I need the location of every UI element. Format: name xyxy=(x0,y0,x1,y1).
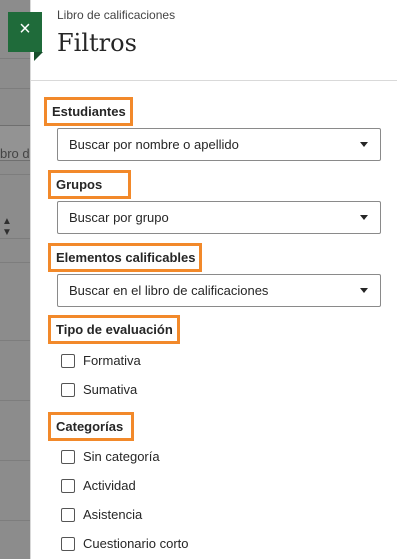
chevron-down-icon xyxy=(360,215,368,220)
background-divider xyxy=(0,400,30,401)
checkbox-formativa[interactable]: Formativa xyxy=(61,353,141,368)
background-partial-text: bro de xyxy=(0,146,30,161)
groups-select-value: Buscar por grupo xyxy=(69,210,169,225)
checkbox-box[interactable] xyxy=(61,353,75,368)
background-divider xyxy=(0,340,30,341)
gradable-items-select-value: Buscar en el libro de calificaciones xyxy=(69,283,269,298)
panel-subtitle: Libro de calificaciones xyxy=(57,8,176,22)
background-page: bro de ▲▼ xyxy=(0,0,30,559)
checkbox-label: Cuestionario corto xyxy=(83,536,189,551)
background-divider xyxy=(0,238,30,239)
checkbox-label: Sin categoría xyxy=(83,449,160,464)
checkbox-sin-categoria[interactable]: Sin categoría xyxy=(61,449,160,464)
checkbox-box[interactable] xyxy=(61,449,75,464)
checkbox-asistencia[interactable]: Asistencia xyxy=(61,507,142,522)
checkbox-actividad[interactable]: Actividad xyxy=(61,478,136,493)
checkbox-label: Sumativa xyxy=(83,382,138,397)
groups-label: Grupos xyxy=(48,170,132,199)
gradable-items-label: Elementos calificables xyxy=(48,243,203,272)
students-select[interactable]: Buscar por nombre o apellido xyxy=(57,128,381,161)
students-label: Estudiantes xyxy=(44,97,133,126)
close-button[interactable]: × xyxy=(8,12,43,61)
checkbox-box[interactable] xyxy=(61,382,75,397)
checkbox-cuestionario-corto[interactable]: Cuestionario corto xyxy=(61,536,189,551)
background-divider xyxy=(0,262,30,263)
checkbox-box[interactable] xyxy=(61,478,75,493)
gradable-items-select[interactable]: Buscar en el libro de calificaciones xyxy=(57,274,381,307)
header-divider xyxy=(31,80,397,81)
groups-select[interactable]: Buscar por grupo xyxy=(57,201,381,234)
chevron-down-icon xyxy=(360,142,368,147)
sort-icon: ▲ ▼ xyxy=(2,216,12,238)
checkbox-box[interactable] xyxy=(61,536,75,551)
close-icon: × xyxy=(19,18,31,40)
checkbox-label: Actividad xyxy=(83,478,136,493)
panel-title: Filtros xyxy=(57,29,137,57)
checkbox-sumativa[interactable]: Sumativa xyxy=(61,382,137,397)
filters-panel: Libro de calificaciones Filtros Estudian… xyxy=(30,0,397,559)
assessment-type-label: Tipo de evaluación xyxy=(48,315,180,344)
background-divider xyxy=(0,460,30,461)
background-divider xyxy=(0,58,30,59)
checkbox-label: Asistencia xyxy=(83,507,143,522)
categories-label: Categorías xyxy=(48,412,135,441)
checkbox-box[interactable] xyxy=(61,507,75,522)
chevron-down-icon xyxy=(360,288,368,293)
background-divider xyxy=(0,88,30,89)
checkbox-label: Formativa xyxy=(83,353,141,368)
background-divider xyxy=(0,174,30,175)
background-divider xyxy=(0,520,30,521)
students-select-value: Buscar por nombre o apellido xyxy=(69,137,239,152)
